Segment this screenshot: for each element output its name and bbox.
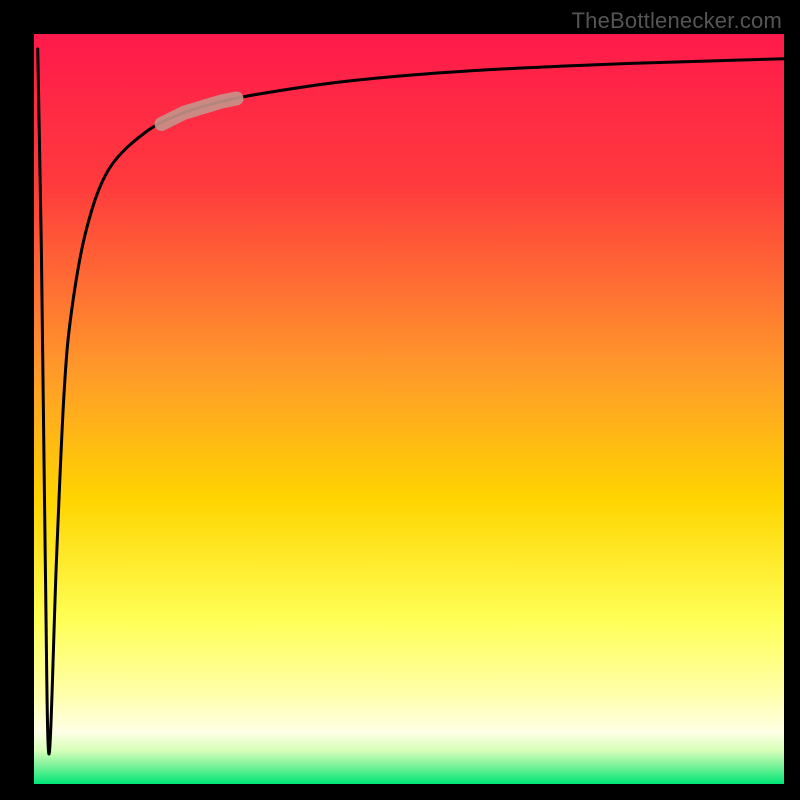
plot-area — [34, 34, 784, 784]
highlight-segment — [162, 99, 237, 125]
watermark-text: TheBottlenecker.com — [572, 8, 782, 34]
curve-layer — [34, 34, 784, 784]
chart-frame: TheBottlenecker.com — [0, 0, 800, 800]
bottleneck-curve — [38, 49, 784, 754]
